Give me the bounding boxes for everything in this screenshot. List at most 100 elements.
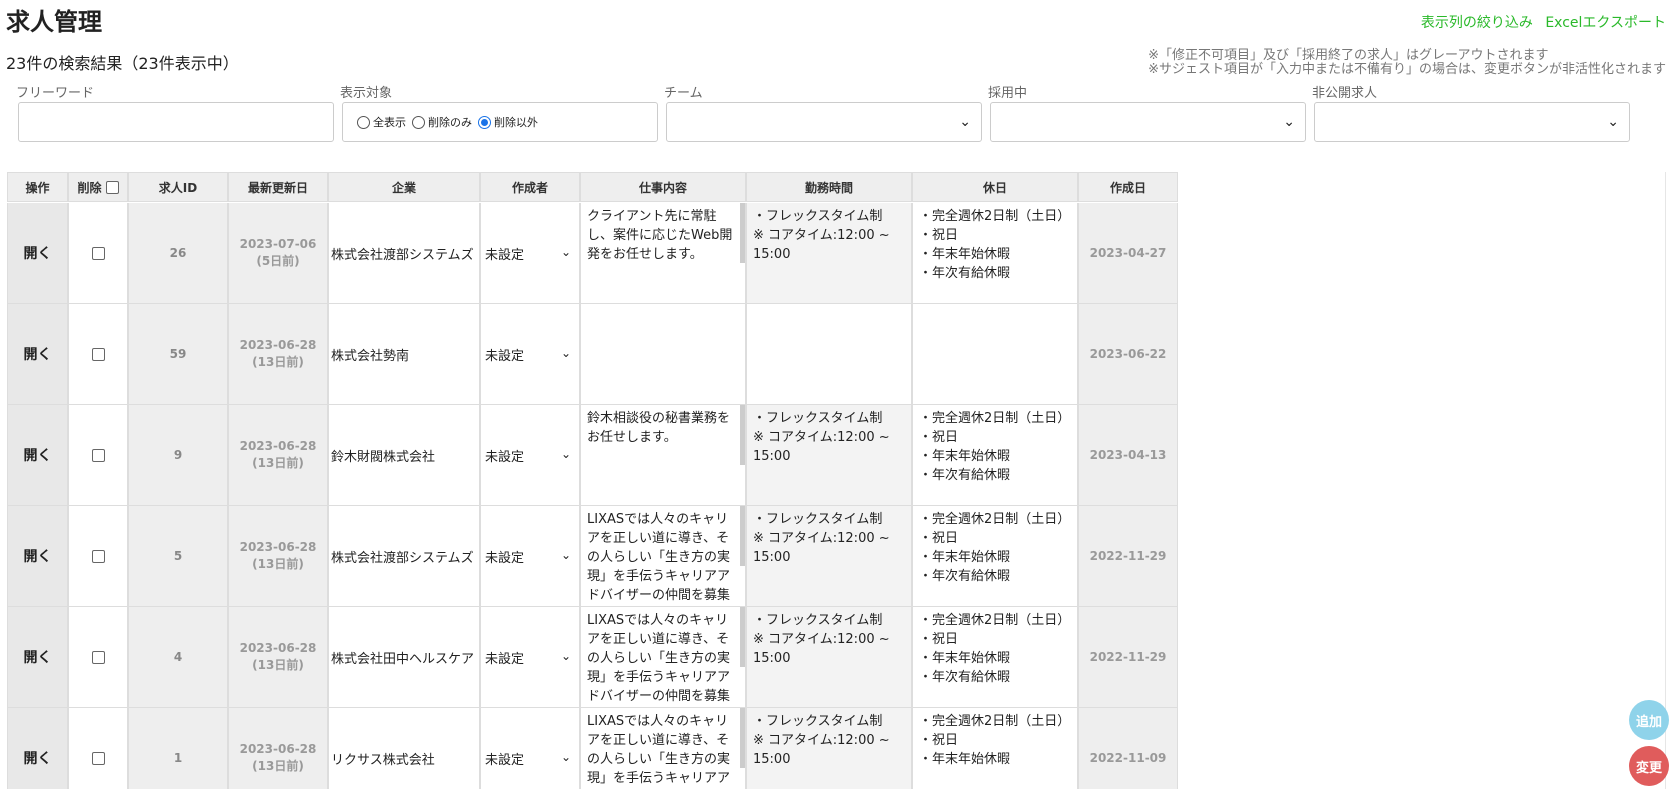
updated-date: 2023-07-06 <box>239 237 317 251</box>
job-id-cell: 5 <box>128 506 228 607</box>
work-hours-cell: ・フレックスタイム制 ※ コアタイム:12:00 ~ 15:00 <box>746 405 912 506</box>
creator-value: 未設定 <box>485 247 525 263</box>
open-button[interactable]: 開く <box>7 506 68 607</box>
job-content-cell: LIXASでは人々のキャリアを正しい道に導き、その人らしい「生き方の実現」を手伝… <box>580 506 746 607</box>
open-button[interactable]: 開く <box>7 607 68 708</box>
header-delete: 削除 <box>68 172 128 202</box>
delete-checkbox[interactable] <box>91 448 105 462</box>
freeword-input[interactable] <box>18 102 334 142</box>
add-button[interactable]: 追加 <box>1629 700 1669 740</box>
display-radio-option[interactable]: 削除以外 <box>478 114 538 130</box>
chevron-down-icon: ⌄ <box>959 114 971 130</box>
open-button[interactable]: 開く <box>7 405 68 506</box>
creator-select[interactable]: 未設定 ⌄ <box>480 405 580 506</box>
cell-scrollbar[interactable] <box>740 607 745 667</box>
filter-team-label: チーム <box>664 86 703 101</box>
open-button[interactable]: 開く <box>7 203 68 304</box>
updated-ago: (5日前) <box>256 254 300 268</box>
delete-checkbox[interactable] <box>91 751 105 765</box>
creator-value: 未設定 <box>485 752 525 768</box>
company-cell: 株式会社勢南 <box>328 304 480 405</box>
header-created[interactable]: 作成日 <box>1078 172 1178 202</box>
holidays-cell: ・完全週休2日制（土日） ・祝日 ・年末年始休暇 <box>912 708 1078 789</box>
updated-ago: (13日前) <box>252 658 304 672</box>
filter-display-label: 表示対象 <box>340 86 393 101</box>
company-cell: 鈴木財閥株式会社 <box>328 405 480 506</box>
delete-cell <box>68 203 128 304</box>
creator-select[interactable]: 未設定 ⌄ <box>480 304 580 405</box>
private-select[interactable]: ⌄ <box>1314 102 1630 142</box>
chevron-down-icon: ⌄ <box>1607 114 1619 130</box>
display-radio-option[interactable]: 全表示 <box>357 114 406 130</box>
select-all-checkbox[interactable] <box>105 180 119 194</box>
header-job-content[interactable]: 仕事内容 <box>580 172 746 202</box>
chevron-down-icon: ⌄ <box>560 548 571 562</box>
updated-date: 2023-06-28 <box>239 641 317 655</box>
creator-select[interactable]: 未設定 ⌄ <box>480 506 580 607</box>
updated-date: 2023-06-28 <box>239 540 317 554</box>
display-radio-option[interactable]: 削除のみ <box>412 114 472 130</box>
delete-cell <box>68 304 128 405</box>
open-button[interactable]: 開く <box>7 708 68 789</box>
hiring-select[interactable]: ⌄ <box>990 102 1306 142</box>
radio-label: 削除以外 <box>494 116 538 129</box>
company-cell: リクサス株式会社 <box>328 708 480 789</box>
note-line-1: ※「修正不可項目」及び「採用終了の求人」はグレーアウトされます <box>1148 48 1549 63</box>
header-job-id[interactable]: 求人ID <box>128 172 228 202</box>
open-button[interactable]: 開く <box>7 304 68 405</box>
change-button[interactable]: 変更 <box>1629 746 1669 786</box>
radio-button[interactable] <box>478 115 491 129</box>
header-work-hours[interactable]: 勤務時間 <box>746 172 912 202</box>
creator-select[interactable]: 未設定 ⌄ <box>480 607 580 708</box>
delete-checkbox[interactable] <box>91 246 105 260</box>
notes: ※「修正不可項目」及び「採用終了の求人」はグレーアウトされます ※サジェスト項目… <box>1148 49 1666 77</box>
page-title: 求人管理 <box>6 8 102 36</box>
header-holidays[interactable]: 休日 <box>912 172 1078 202</box>
updated-ago: (13日前) <box>252 759 304 773</box>
chevron-down-icon: ⌄ <box>560 447 571 461</box>
note-line-2: ※サジェスト項目が「入力中または不備有り」の場合は、変更ボタンが非活性化されます <box>1148 62 1666 77</box>
cell-scrollbar[interactable] <box>740 708 745 768</box>
cell-scrollbar[interactable] <box>740 405 745 465</box>
header-operation: 操作 <box>7 172 68 202</box>
creator-select[interactable]: 未設定 ⌄ <box>480 708 580 789</box>
delete-checkbox[interactable] <box>91 650 105 664</box>
header-updated[interactable]: 最新更新日 <box>228 172 328 202</box>
delete-cell <box>68 506 128 607</box>
delete-checkbox[interactable] <box>91 549 105 563</box>
job-content-cell: クライアント先に常駐し、案件に応じたWeb開発をお任せします。 <box>580 203 746 304</box>
header-creator[interactable]: 作成者 <box>480 172 580 202</box>
chevron-down-icon: ⌄ <box>560 346 571 360</box>
work-hours-cell <box>746 304 912 405</box>
header-company[interactable]: 企業 <box>328 172 480 202</box>
filter-hiring: 採用中 ⌄ <box>988 82 1306 142</box>
job-content-cell: LIXASでは人々のキャリアを正しい道に導き、その人らしい「生き方の実現」を手伝… <box>580 607 746 708</box>
delete-checkbox[interactable] <box>91 347 105 361</box>
cell-scrollbar[interactable] <box>740 203 745 263</box>
chevron-down-icon: ⌄ <box>560 750 571 764</box>
delete-cell <box>68 708 128 789</box>
radio-button[interactable] <box>357 115 370 129</box>
creator-value: 未設定 <box>485 449 525 465</box>
filter-hiring-label: 採用中 <box>988 86 1028 101</box>
cell-scrollbar[interactable] <box>740 506 745 566</box>
filter-team: チーム ⌄ <box>664 82 982 142</box>
updated-cell: 2023-06-28 (13日前) <box>228 405 328 506</box>
holidays-cell: ・完全週休2日制（土日） ・祝日 ・年末年始休暇 ・年次有給休暇 <box>912 506 1078 607</box>
radio-button[interactable] <box>412 115 425 129</box>
delete-cell <box>68 405 128 506</box>
updated-date: 2023-06-28 <box>239 338 317 352</box>
created-cell: 2023-04-13 <box>1078 405 1178 506</box>
holidays-cell: ・完全週休2日制（土日） ・祝日 ・年末年始休暇 ・年次有給休暇 <box>912 203 1078 304</box>
updated-cell: 2023-06-28 (13日前) <box>228 304 328 405</box>
team-select[interactable]: ⌄ <box>666 102 982 142</box>
company-cell: 株式会社渡部システムズ <box>328 203 480 304</box>
work-hours-cell: ・フレックスタイム制 ※ コアタイム:12:00 ~ 15:00 <box>746 708 912 789</box>
created-cell: 2023-06-22 <box>1078 304 1178 405</box>
excel-export-link[interactable]: Excelエクスポート <box>1545 15 1666 31</box>
creator-select[interactable]: 未設定 ⌄ <box>480 203 580 304</box>
column-filter-link[interactable]: 表示列の絞り込み <box>1421 15 1533 31</box>
job-id-cell: 59 <box>128 304 228 405</box>
creator-value: 未設定 <box>485 550 525 566</box>
updated-cell: 2023-07-06 (5日前) <box>228 203 328 304</box>
